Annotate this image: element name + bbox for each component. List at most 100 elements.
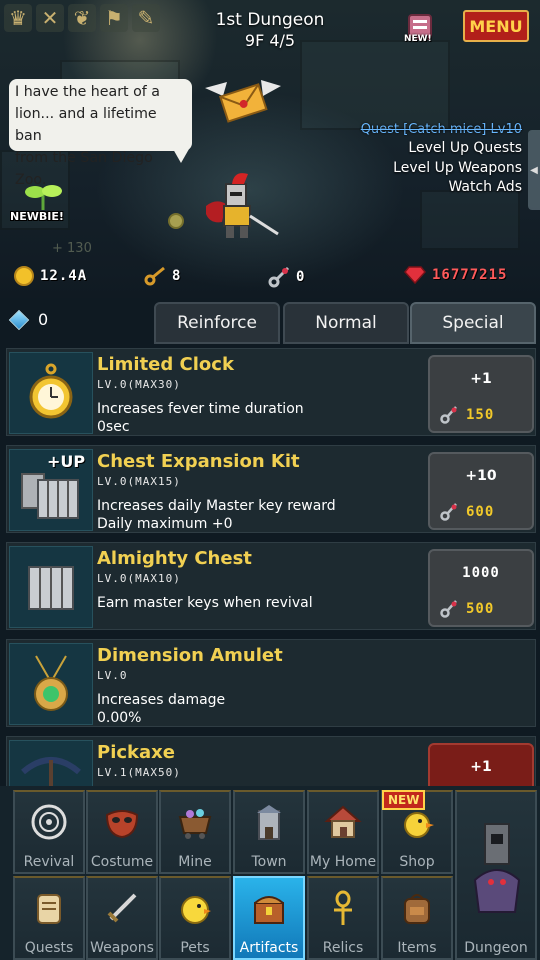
dungeon-tower-icon (473, 823, 521, 913)
tab-reinforce[interactable]: Reinforce (154, 302, 280, 344)
upgrade-button[interactable]: +1 (428, 743, 534, 789)
upgrade-button[interactable]: +1 150 (428, 355, 534, 433)
speech-line: lion... and a lifetime ban (15, 106, 157, 144)
cube-counter: 0 (8, 309, 49, 330)
artifact-row-dimension-amulet[interactable]: Dimension Amulet LV.0 Increases damage 0… (6, 639, 536, 727)
dungeon-floor: 9F 4/5 (244, 31, 296, 50)
new-badge: NEW (382, 790, 426, 810)
knight-character-icon[interactable] (196, 170, 280, 244)
artifact-name: Pickaxe (97, 742, 175, 763)
menu-button[interactable]: MENU (463, 10, 529, 42)
nav-weapons[interactable]: Weapons (86, 876, 158, 960)
artifact-desc: Increases fever time duration (97, 401, 304, 417)
revival-circle-icon (29, 802, 69, 842)
artifact-row-limited-clock[interactable]: Limited Clock LV.0(MAX30) Increases feve… (6, 348, 536, 436)
pocket-watch-icon (9, 352, 93, 434)
upgrade-cost: 600 (466, 504, 495, 520)
nav-label: Revival (23, 854, 75, 870)
key-amount: 8 (172, 268, 182, 284)
speech-line: I have the heart of a (15, 84, 161, 100)
newbie-label: NEWBIE! (10, 210, 64, 223)
gold-counter: 12.4A (14, 266, 87, 286)
nav-label: Pets (180, 940, 210, 956)
nav-label: Shop (399, 854, 435, 870)
nav-label: Mine (178, 854, 212, 870)
artifact-desc: Earn master keys when revival (97, 595, 313, 611)
side-panel-toggle[interactable]: ◀ (528, 130, 540, 210)
artifact-row-almighty-chest[interactable]: Almighty Chest LV.0(MAX10) Earn master k… (6, 542, 536, 630)
house-icon (323, 802, 363, 842)
master-key-icon (440, 406, 457, 424)
nav-label: Town (251, 854, 287, 870)
nav-costume[interactable]: Costume (86, 790, 158, 874)
artifact-level: LV.0(MAX15) (97, 475, 181, 488)
cube-amount: 0 (38, 310, 49, 329)
master-key-icon (440, 600, 457, 618)
artifact-value: Daily maximum +0 (97, 516, 233, 532)
artifact-name: Almighty Chest (97, 548, 252, 569)
artifact-level: LV.0(MAX30) (97, 378, 181, 391)
nav-items[interactable]: Items (381, 876, 453, 960)
upgrade-button[interactable]: +10 600 (428, 452, 534, 530)
game-scene[interactable]: ♛ ✕ ❦ ⚑ ✎ 1st Dungeon 9F 4/5 NEW! MENU I… (0, 0, 540, 300)
artifacts-panel: 0 Reinforce Normal Special Limited Clock… (0, 298, 540, 790)
nav-label: Costume (90, 854, 154, 870)
pickaxe-icon (9, 740, 93, 789)
nav-dungeon[interactable]: Dungeon (455, 790, 537, 960)
nav-my-home[interactable]: My Home (307, 790, 379, 874)
backpack-icon (397, 888, 437, 928)
upgrade-button[interactable]: 1000 500 (428, 549, 534, 627)
wall-brick (300, 40, 450, 130)
key-icon (144, 266, 165, 286)
upgrade-amount: +10 (465, 468, 497, 484)
watch-ads-link[interactable]: Watch Ads (448, 179, 522, 195)
amulet-icon (9, 643, 93, 725)
nav-label: Quests (24, 940, 74, 956)
key-counter: 8 (144, 266, 181, 286)
sprout-icon[interactable] (22, 182, 64, 212)
upgrade-cost: 500 (466, 601, 495, 617)
dropped-coin-icon[interactable] (168, 213, 184, 229)
nav-pets[interactable]: Pets (159, 876, 231, 960)
mine-cart-icon (175, 802, 215, 842)
upgrade-cost: 150 (466, 407, 495, 423)
cube-icon (8, 309, 30, 330)
nav-label: My Home (309, 854, 377, 870)
tab-normal[interactable]: Normal (283, 302, 409, 344)
nav-revival[interactable]: Revival (13, 790, 85, 874)
nav-label: Relics (322, 940, 364, 956)
floating-gain-text: + 130 (52, 241, 92, 256)
currency-bar: 12.4A 8 0 16777215 (0, 266, 540, 294)
nav-relics[interactable]: Relics (307, 876, 379, 960)
level-up-quests-link[interactable]: Level Up Quests (408, 140, 522, 156)
nav-label: Weapons (90, 940, 154, 956)
quest-progress-text[interactable]: Quest [Catch mice] Lv10 (361, 122, 522, 137)
artifact-level: LV.1(MAX50) (97, 766, 181, 779)
artifact-row-chest-expansion-kit[interactable]: +UP Chest Expansion Kit LV.0(MAX15) Incr… (6, 445, 536, 533)
artifact-desc: Increases damage (97, 692, 226, 708)
upgrade-amount: +1 (470, 759, 492, 775)
upgrade-amount: 1000 (462, 565, 500, 581)
artifact-name: Chest Expansion Kit (97, 451, 300, 472)
news-badge: NEW! (404, 34, 432, 44)
master-key-counter: 0 (268, 266, 305, 288)
master-key-icon (268, 266, 290, 288)
up-badge: +UP (47, 452, 86, 471)
nav-quests[interactable]: Quests (13, 876, 85, 960)
winged-letter-icon[interactable] (205, 78, 281, 124)
artifact-row-pickaxe[interactable]: Pickaxe LV.1(MAX50) +1 (6, 736, 536, 790)
artifact-desc: Increases daily Master key reward (97, 498, 336, 514)
level-up-weapons-link[interactable]: Level Up Weapons (393, 160, 522, 176)
nav-mine[interactable]: Mine (159, 790, 231, 874)
speech-bubble: I have the heart of a lion... and a life… (9, 79, 192, 188)
artifact-value: 0sec (97, 419, 130, 435)
scroll-icon (29, 888, 69, 928)
sword-icon (102, 888, 142, 928)
nav-town[interactable]: Town (233, 790, 305, 874)
nav-label: Items (397, 940, 437, 956)
tab-special[interactable]: Special (410, 302, 536, 344)
master-key-icon (440, 503, 457, 521)
nav-artifacts[interactable]: Artifacts (233, 876, 305, 960)
ruby-gem-icon (404, 266, 426, 284)
upgrade-amount: +1 (470, 371, 492, 387)
